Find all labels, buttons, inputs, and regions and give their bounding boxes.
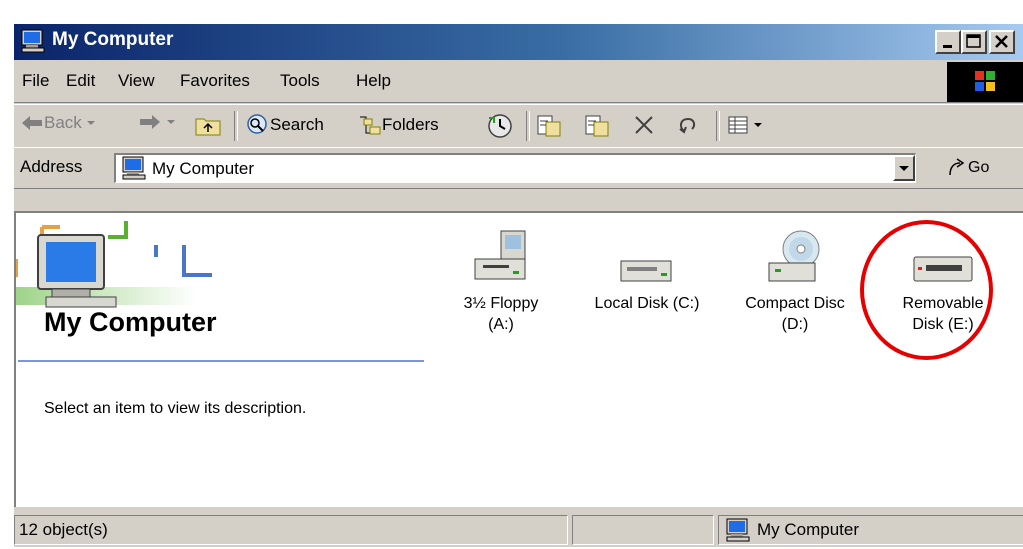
views-icon [728, 116, 748, 134]
drive-label-2: (D:) [781, 316, 809, 333]
highlight-circle [860, 220, 993, 360]
status-bar: 12 object(s) My Computer [14, 509, 1023, 549]
menu-file[interactable]: File [22, 71, 49, 91]
folders-label: Folders [382, 115, 439, 134]
my-computer-icon [21, 29, 45, 53]
delete-button[interactable] [632, 113, 658, 137]
status-count-pane: 12 object(s) [14, 515, 568, 545]
my-computer-icon [726, 518, 750, 542]
history-button[interactable] [486, 113, 514, 139]
standard-toolbar: Back Search Folders [14, 104, 1023, 148]
menu-favorites[interactable]: Favorites [180, 71, 250, 91]
back-arrow-icon [22, 116, 42, 130]
address-dropdown-button[interactable] [893, 155, 915, 181]
maximize-icon [966, 34, 981, 48]
maximize-button[interactable] [961, 30, 987, 54]
move-to-icon [537, 115, 561, 137]
go-label: Go [968, 159, 990, 176]
panel-title: My Computer [44, 307, 217, 337]
address-value: My Computer [152, 159, 255, 178]
minimize-button[interactable] [935, 30, 961, 54]
up-folder-icon [195, 118, 221, 136]
forward-arrow-icon [140, 115, 160, 129]
drive-label: 3½ Floppy [463, 295, 539, 312]
floppy-drive-icon [474, 230, 526, 280]
window-title: My Computer [52, 29, 174, 50]
search-label: Search [270, 115, 324, 134]
toolbar-separator [234, 111, 238, 141]
my-computer-banner-icon [16, 221, 212, 308]
copy-to-button[interactable] [584, 113, 612, 139]
drive-floppy-a[interactable]: 3½ Floppy (A:) [426, 229, 576, 335]
search-button[interactable]: Search [246, 113, 324, 137]
address-input[interactable]: My Computer [114, 153, 916, 183]
folders-icon [360, 116, 381, 135]
undo-button[interactable] [676, 113, 702, 137]
up-folder-button[interactable] [194, 113, 222, 137]
menu-tools[interactable]: Tools [280, 71, 320, 91]
menu-edit[interactable]: Edit [66, 71, 95, 91]
panel-divider [18, 360, 424, 362]
chevron-down-icon [86, 121, 95, 125]
panel-description: Select an item to view its description. [44, 400, 307, 417]
address-label: Address [20, 157, 83, 176]
status-location: My Computer [757, 520, 860, 539]
chevron-down-icon [754, 123, 762, 127]
views-button[interactable] [726, 113, 764, 137]
menu-help[interactable]: Help [356, 71, 391, 91]
close-icon [995, 35, 1008, 48]
drive-label-2: (A:) [488, 316, 514, 333]
move-to-button[interactable] [536, 113, 564, 139]
status-empty-pane [572, 515, 714, 545]
menu-bar: File Edit View Favorites Tools Help [14, 62, 1023, 103]
windows-logo-icon [947, 62, 1023, 102]
back-label: Back [44, 113, 82, 132]
go-button[interactable]: Go [946, 157, 989, 179]
folders-button[interactable]: Folders [358, 113, 439, 137]
hard-disk-icon [620, 260, 672, 282]
forward-button[interactable] [138, 113, 180, 131]
drive-label: Local Disk (C:) [594, 295, 700, 312]
history-icon [488, 114, 512, 138]
copy-to-icon [585, 115, 609, 137]
title-bar[interactable]: My Computer [14, 24, 1023, 60]
minimize-icon [943, 45, 952, 48]
delete-icon [635, 116, 653, 134]
search-icon [247, 114, 267, 134]
address-bar: Address My Computer Go [14, 147, 1023, 189]
toolbar-separator [716, 111, 720, 141]
go-arrow-icon [949, 158, 965, 176]
drive-label: Compact Disc [745, 295, 845, 312]
back-button[interactable]: Back [20, 113, 100, 133]
status-count: 12 object(s) [19, 520, 108, 539]
drive-local-c[interactable]: Local Disk (C:) [572, 229, 722, 314]
menu-view[interactable]: View [118, 71, 155, 91]
my-computer-icon [122, 156, 146, 180]
chevron-down-icon [167, 120, 175, 124]
toolbar-separator [526, 111, 530, 141]
undo-icon [679, 117, 696, 134]
status-location-pane: My Computer [718, 515, 1023, 545]
close-button[interactable] [989, 30, 1015, 54]
cd-drive-icon [768, 230, 820, 282]
chevron-down-icon [899, 166, 909, 171]
drive-compact-disc-d[interactable]: Compact Disc (D:) [720, 229, 870, 335]
